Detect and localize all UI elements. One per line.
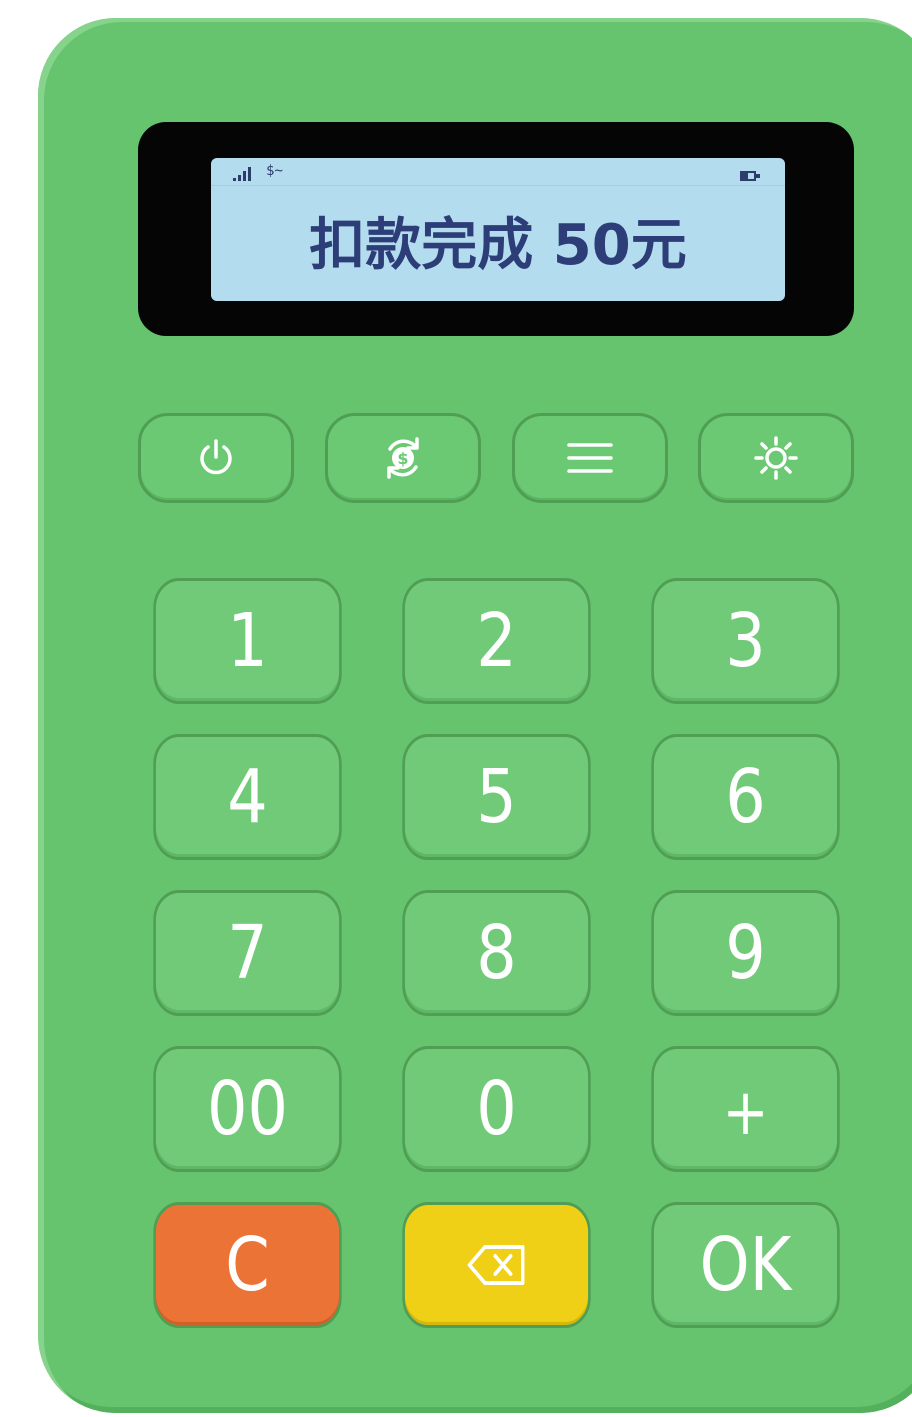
backspace-button[interactable]	[402, 1202, 591, 1328]
key-0[interactable]: 0	[402, 1046, 591, 1172]
signal-strength-icon	[233, 167, 257, 181]
ok-button[interactable]: OK	[651, 1202, 840, 1328]
refund-button[interactable]: $	[325, 413, 481, 503]
battery-icon	[740, 170, 762, 182]
key-7[interactable]: 7	[153, 890, 342, 1016]
key-4[interactable]: 4	[153, 734, 342, 860]
power-button[interactable]	[138, 413, 294, 503]
key-5[interactable]: 5	[402, 734, 591, 860]
brightness-button[interactable]	[698, 413, 854, 503]
menu-button[interactable]	[512, 413, 668, 503]
sun-icon	[754, 436, 798, 480]
key-00[interactable]: 00	[153, 1046, 342, 1172]
lcd-status-bar: $~	[211, 158, 785, 186]
dollar-refresh-icon: $	[387, 437, 419, 479]
key-1[interactable]: 1	[153, 578, 342, 704]
lcd-message: 扣款完成 50元	[309, 213, 687, 278]
key-6[interactable]: 6	[651, 734, 840, 860]
backspace-icon	[467, 1245, 525, 1285]
svg-text:$: $	[397, 449, 408, 468]
key-2[interactable]: 2	[402, 578, 591, 704]
dollar-wave-icon: $~	[266, 163, 283, 179]
clear-button[interactable]: C	[153, 1202, 342, 1328]
key-8[interactable]: 8	[402, 890, 591, 1016]
key-3[interactable]: 3	[651, 578, 840, 704]
menu-icon	[567, 443, 613, 473]
key-plus[interactable]: +	[651, 1046, 840, 1172]
lcd-display: $~ 扣款完成 50元	[211, 158, 785, 301]
key-9[interactable]: 9	[651, 890, 840, 1016]
power-icon	[200, 439, 232, 475]
